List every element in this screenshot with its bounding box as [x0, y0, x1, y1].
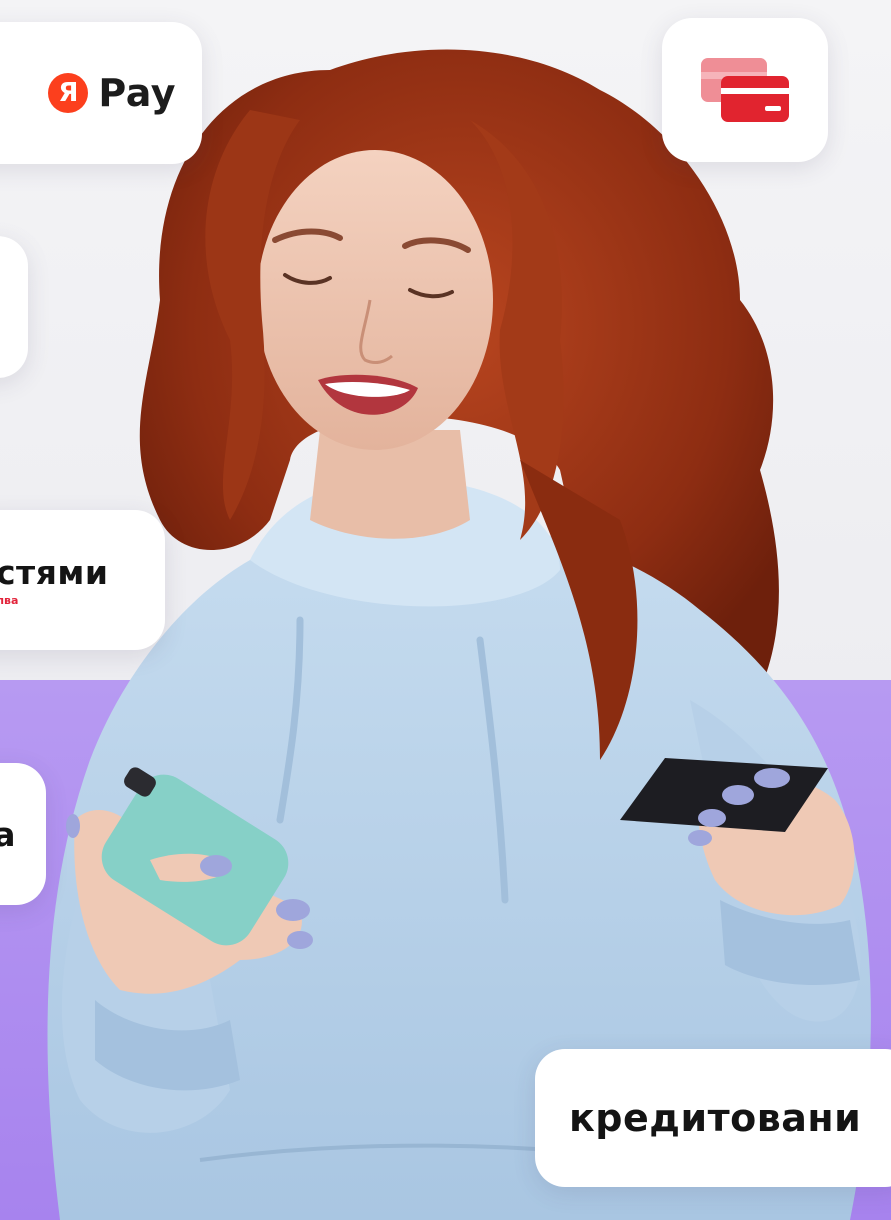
credit-label: кредитовани — [569, 1096, 862, 1140]
credit-badge: кредитовани — [535, 1049, 891, 1187]
installments-label: стями — [0, 553, 109, 592]
card-payment-badge — [662, 18, 828, 162]
credit-cards-icon — [701, 58, 789, 122]
yandex-logo-icon: Я — [48, 73, 89, 113]
partial-word-label: а — [0, 814, 16, 854]
blank-badge — [0, 236, 28, 378]
yandex-pay-badge: Я Pay — [0, 22, 202, 164]
installments-badge: стями лва — [0, 510, 165, 650]
yandex-pay-label: Pay — [98, 71, 176, 115]
partial-word-badge: а — [0, 763, 46, 905]
installments-sublabel: лва — [0, 594, 19, 607]
